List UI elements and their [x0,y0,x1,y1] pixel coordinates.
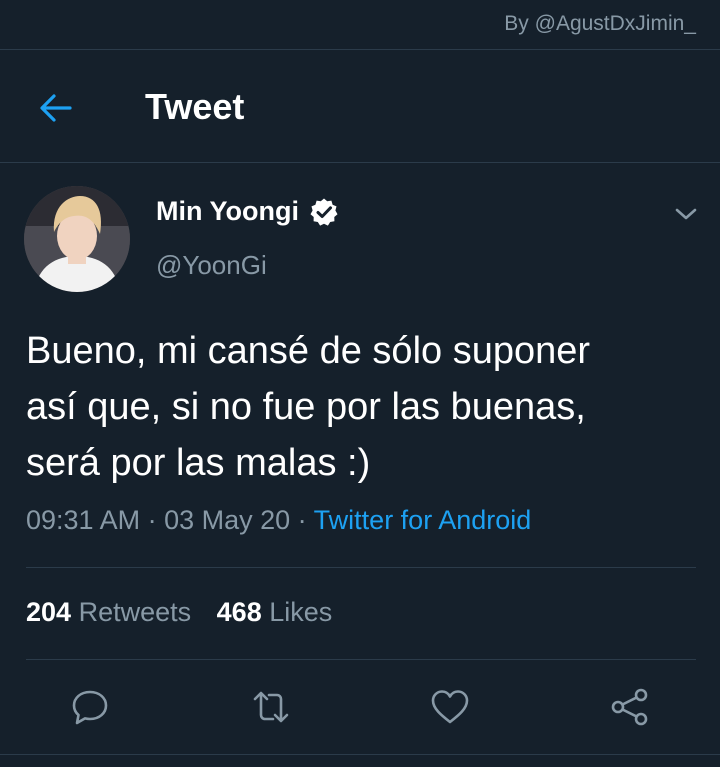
tweet-text-line: así que, si no fue por las buenas, [26,386,586,428]
author-display-name[interactable]: Min Yoongi [156,196,299,227]
reply-icon[interactable] [67,684,113,730]
meta-separator: · [140,505,165,535]
share-icon[interactable] [607,684,653,730]
tweet-date: 03 May 20 [164,505,291,535]
retweet-icon[interactable] [248,684,294,730]
retweets-label: Retweets [78,597,192,627]
avatar-photo [24,186,130,292]
likes-stat[interactable]: 468 Likes [217,597,333,628]
tweet-meta: 09:31 AM · 03 May 20 · Twitter for Andro… [26,505,531,536]
author-handle[interactable]: @YoonGi [156,250,267,281]
meta-separator: · [290,505,314,535]
author-row: Min Yoongi [156,196,339,227]
tweet-actions [0,684,720,730]
tweet-text-line: será por las malas :) [26,442,371,484]
verified-badge-icon [310,198,338,226]
divider [26,567,696,568]
likes-label: Likes [269,597,333,627]
arrow-left-icon[interactable] [36,88,76,128]
bottom-divider [0,754,720,755]
likes-count: 468 [216,597,262,627]
avatar[interactable] [24,186,130,292]
like-icon[interactable] [427,684,473,730]
divider [26,659,696,660]
watermark-credit: By @AgustDxJimin_ [504,12,696,35]
page-title: Tweet [145,86,245,127]
retweets-stat[interactable]: 204 Retweets [26,597,191,628]
tweet-stats: 204 Retweets 468 Likes [26,597,350,628]
tweet-text: Bueno, mi cansé de sólo suponer así que,… [26,323,696,491]
header-divider [0,162,720,163]
tweet-time: 09:31 AM [26,505,141,535]
tweet-header: Tweet [0,50,720,162]
retweets-count: 204 [26,597,72,627]
chevron-down-icon[interactable] [674,204,698,224]
tweet-source-link[interactable]: Twitter for Android [314,505,532,535]
tweet-text-line: Bueno, mi cansé de sólo suponer [26,330,591,372]
